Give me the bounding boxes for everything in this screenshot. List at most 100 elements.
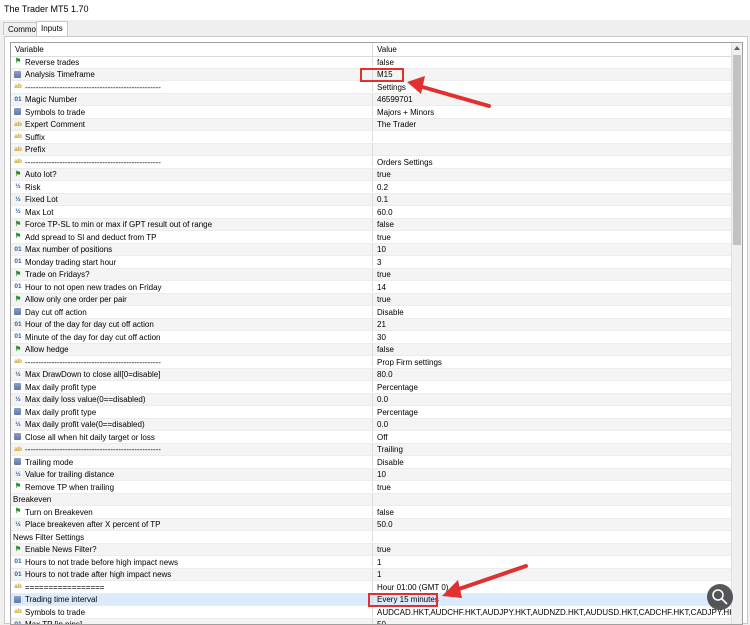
value-cell[interactable]: false bbox=[372, 506, 734, 517]
scroll-up-arrow-icon[interactable] bbox=[734, 46, 740, 50]
table-row[interactable]: ½Max daily profit vale(0==disabled)0.0 bbox=[11, 419, 733, 432]
value-cell[interactable]: 14 bbox=[372, 281, 734, 292]
table-row[interactable]: abPrefix bbox=[11, 144, 733, 157]
table-row[interactable]: ⚑Reverse tradesfalse bbox=[11, 56, 733, 69]
column-header-variable[interactable]: Variable bbox=[15, 45, 44, 54]
value-cell[interactable]: 10 bbox=[372, 469, 734, 480]
variable-cell[interactable]: Breakeven bbox=[11, 494, 372, 505]
variable-cell[interactable]: 01Max number of positions bbox=[11, 244, 372, 255]
value-cell[interactable]: 10 bbox=[372, 244, 734, 255]
variable-cell[interactable]: ⚑Allow hedge bbox=[11, 344, 372, 355]
variable-cell[interactable]: Max daily profit type bbox=[11, 381, 372, 392]
variable-cell[interactable]: ab--------------------------------------… bbox=[11, 81, 372, 92]
variable-cell[interactable]: 01Monday trading start hour bbox=[11, 256, 372, 267]
variable-cell[interactable]: ⚑Add spread to Sl and deduct from TP bbox=[11, 231, 372, 242]
variable-cell[interactable]: Day cut off action bbox=[11, 306, 372, 317]
variable-cell[interactable]: ab--------------------------------------… bbox=[11, 444, 372, 455]
value-cell[interactable]: 50 bbox=[372, 619, 734, 625]
table-row[interactable]: Day cut off actionDisable bbox=[11, 306, 733, 319]
variable-cell[interactable]: Trailing mode bbox=[11, 456, 372, 467]
value-cell[interactable]: true bbox=[372, 294, 734, 305]
variable-cell[interactable]: ½Max daily loss value(0==disabled) bbox=[11, 394, 372, 405]
value-cell[interactable]: Off bbox=[372, 431, 734, 442]
table-row[interactable]: 01Magic Number46599701 bbox=[11, 94, 733, 107]
table-row[interactable]: ab--------------------------------------… bbox=[11, 356, 733, 369]
variable-cell[interactable]: ab--------------------------------------… bbox=[11, 356, 372, 367]
table-row[interactable]: ½Max daily loss value(0==disabled)0.0 bbox=[11, 394, 733, 407]
table-row[interactable]: Trailing modeDisable bbox=[11, 456, 733, 469]
variable-cell[interactable]: ½Risk bbox=[11, 181, 372, 192]
table-row[interactable]: 01Hours to not trade after high impact n… bbox=[11, 569, 733, 582]
variable-cell[interactable]: News Filter Settings bbox=[11, 531, 372, 542]
value-cell[interactable]: false bbox=[372, 344, 734, 355]
variable-cell[interactable]: 01Hours to not trade before high impact … bbox=[11, 556, 372, 567]
variable-cell[interactable]: ⚑Force TP-SL to min or max if GPT result… bbox=[11, 219, 372, 230]
value-cell[interactable]: Percentage bbox=[372, 406, 734, 417]
value-cell[interactable]: Trailing bbox=[372, 444, 734, 455]
table-row[interactable]: ⚑Allow only one order per pairtrue bbox=[11, 294, 733, 307]
variable-cell[interactable]: ½Max daily profit vale(0==disabled) bbox=[11, 419, 372, 430]
value-cell[interactable]: Prop Firm settings bbox=[372, 356, 734, 367]
variable-cell[interactable]: ½Fixed Lot bbox=[11, 194, 372, 205]
table-row[interactable]: News Filter Settings bbox=[11, 531, 733, 544]
value-cell[interactable] bbox=[372, 494, 734, 505]
value-cell[interactable] bbox=[372, 531, 734, 542]
variable-cell[interactable]: 01Hour to not open new trades on Friday bbox=[11, 281, 372, 292]
value-cell[interactable] bbox=[372, 131, 734, 142]
value-cell[interactable]: 1 bbox=[372, 556, 734, 567]
table-row[interactable]: ⚑Turn on Breakevenfalse bbox=[11, 506, 733, 519]
table-row[interactable]: abExpert CommentThe Trader bbox=[11, 119, 733, 132]
table-row[interactable]: ab--------------------------------------… bbox=[11, 156, 733, 169]
variable-cell[interactable]: 01Hours to not trade after high impact n… bbox=[11, 569, 372, 580]
value-cell[interactable]: 0.1 bbox=[372, 194, 734, 205]
table-row[interactable]: ½Risk0.2 bbox=[11, 181, 733, 194]
value-cell[interactable]: Percentage bbox=[372, 381, 734, 392]
variable-cell[interactable]: ⚑Trade on Fridays? bbox=[11, 269, 372, 280]
variable-cell[interactable]: Max daily profit type bbox=[11, 406, 372, 417]
value-cell[interactable]: false bbox=[372, 219, 734, 230]
table-row[interactable]: 01Max TP [in pips]50 bbox=[11, 619, 733, 625]
variable-cell[interactable]: ½Value for trailing distance bbox=[11, 469, 372, 480]
variable-cell[interactable]: ⚑Auto lot? bbox=[11, 169, 372, 180]
table-row[interactable]: 01Monday trading start hour3 bbox=[11, 256, 733, 269]
table-row[interactable]: 01Hour to not open new trades on Friday1… bbox=[11, 281, 733, 294]
table-row[interactable]: ½Max Lot60.0 bbox=[11, 206, 733, 219]
value-cell[interactable]: true bbox=[372, 231, 734, 242]
value-cell[interactable]: true bbox=[372, 544, 734, 555]
value-cell[interactable]: false bbox=[372, 56, 734, 67]
table-row[interactable]: ⚑Trade on Fridays?true bbox=[11, 269, 733, 282]
value-cell[interactable]: AUDCAD.HKT,AUDCHF.HKT,AUDJPY.HKT,AUDNZD.… bbox=[372, 606, 734, 617]
variable-cell[interactable]: abSymbols to trade bbox=[11, 606, 372, 617]
variable-cell[interactable]: ⚑Turn on Breakeven bbox=[11, 506, 372, 517]
variable-cell[interactable]: abExpert Comment bbox=[11, 119, 372, 130]
variable-cell[interactable]: 01Max TP [in pips] bbox=[11, 619, 372, 625]
value-cell[interactable]: The Trader bbox=[372, 119, 734, 130]
table-row[interactable]: 01Minute of the day for day cut off acti… bbox=[11, 331, 733, 344]
table-row[interactable]: ab--------------------------------------… bbox=[11, 81, 733, 94]
tab-inputs[interactable]: Inputs bbox=[36, 21, 68, 36]
table-row[interactable]: Max daily profit typePercentage bbox=[11, 406, 733, 419]
table-row[interactable]: ½Place breakeven after X percent of TP50… bbox=[11, 519, 733, 532]
variable-cell[interactable]: ab--------------------------------------… bbox=[11, 156, 372, 167]
variable-cell[interactable]: ½Max DrawDown to close all[0=disable] bbox=[11, 369, 372, 380]
table-row[interactable]: abSuffix bbox=[11, 131, 733, 144]
table-row[interactable]: abSymbols to tradeAUDCAD.HKT,AUDCHF.HKT,… bbox=[11, 606, 733, 619]
table-row[interactable]: ⚑Allow hedgefalse bbox=[11, 344, 733, 357]
column-divider[interactable] bbox=[372, 43, 373, 56]
value-cell[interactable] bbox=[372, 144, 734, 155]
variable-cell[interactable]: abSuffix bbox=[11, 131, 372, 142]
variable-cell[interactable]: Symbols to trade bbox=[11, 106, 372, 117]
variable-cell[interactable]: ab================= bbox=[11, 581, 372, 592]
value-cell[interactable]: 3 bbox=[372, 256, 734, 267]
variable-cell[interactable]: ⚑Enable News Filter? bbox=[11, 544, 372, 555]
scrollbar-thumb[interactable] bbox=[733, 55, 741, 245]
table-row[interactable]: 01Hours to not trade before high impact … bbox=[11, 556, 733, 569]
table-row[interactable]: ⚑Enable News Filter?true bbox=[11, 544, 733, 557]
variable-cell[interactable]: Trading time interval bbox=[11, 594, 372, 605]
zoom-button[interactable] bbox=[707, 584, 733, 610]
variable-cell[interactable]: Close all when hit daily target or loss bbox=[11, 431, 372, 442]
value-cell[interactable]: 30 bbox=[372, 331, 734, 342]
value-cell[interactable]: true bbox=[372, 481, 734, 492]
value-cell[interactable]: Disable bbox=[372, 456, 734, 467]
value-cell[interactable]: Hour 01:00 (GMT 0) bbox=[372, 581, 734, 592]
